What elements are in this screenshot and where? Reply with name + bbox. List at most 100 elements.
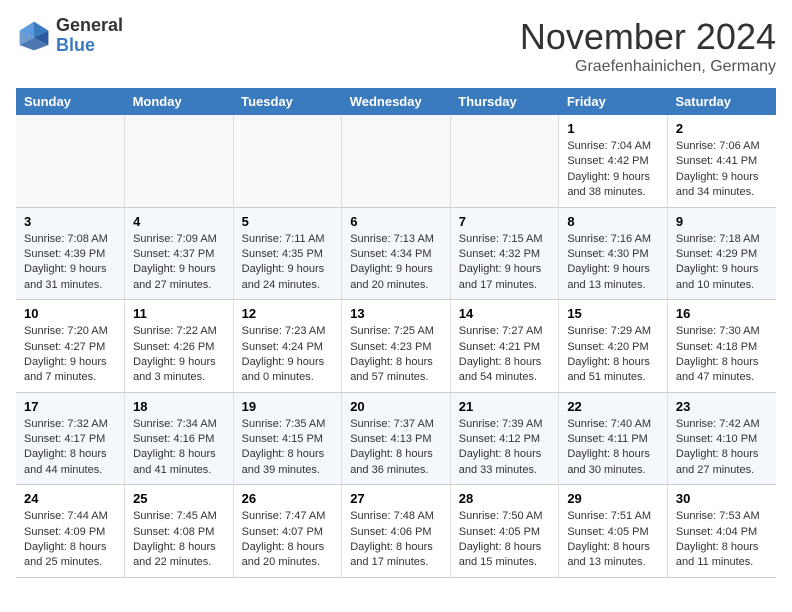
day-number-15: 15: [567, 306, 659, 321]
day-info-28: Sunrise: 7:50 AMSunset: 4:05 PMDaylight:…: [459, 509, 551, 571]
logo: General Blue: [16, 16, 123, 56]
header-sunday: Sunday: [16, 88, 125, 115]
header-row: Sunday Monday Tuesday Wednesday Thursday…: [16, 88, 776, 115]
cell-2-1: 11Sunrise: 7:22 AMSunset: 4:26 PMDayligh…: [125, 300, 234, 393]
month-title: November 2024: [520, 16, 776, 58]
day-number-17: 17: [24, 399, 116, 414]
day-number-23: 23: [676, 399, 768, 414]
day-number-21: 21: [459, 399, 551, 414]
week-row-1: 3Sunrise: 7:08 AMSunset: 4:39 PMDaylight…: [16, 207, 776, 300]
cell-3-4: 21 Sunrise: 7:39 AMSunset: 4:12 PMDayligh…: [450, 392, 559, 485]
day-number-13: 13: [350, 306, 442, 321]
day-number-5: 5: [242, 214, 334, 229]
day-info-21: Sunrise: 7:39 AMSunset: 4:12 PMDaylight:…: [459, 417, 551, 479]
day-info-6: Sunrise: 7:13 AMSunset: 4:34 PMDaylight:…: [350, 232, 442, 294]
day-info-27: Sunrise: 7:48 AMSunset: 4:06 PMDaylight:…: [350, 509, 442, 571]
day-info-11: Sunrise: 7:22 AMSunset: 4:26 PMDaylight:…: [133, 324, 225, 386]
day-number-25: 25: [133, 491, 225, 506]
day-info-17: Sunrise: 7:32 AMSunset: 4:17 PMDaylight:…: [24, 417, 116, 479]
day-number-30: 30: [676, 491, 768, 506]
cell-2-6: 16 Sunrise: 7:30 AMSunset: 4:18 PMDayligh…: [667, 300, 776, 393]
calendar-body: 1Sunrise: 7:04 AMSunset: 4:42 PMDaylight…: [16, 115, 776, 577]
day-info-19: Sunrise: 7:35 AMSunset: 4:15 PMDaylight:…: [242, 417, 334, 479]
day-info-22: Sunrise: 7:40 AMSunset: 4:11 PMDaylight:…: [567, 417, 659, 479]
day-number-20: 20: [350, 399, 442, 414]
cell-3-0: 17 Sunrise: 7:32 AMSunset: 4:17 PMDayligh…: [16, 392, 125, 485]
day-number-9: 9: [676, 214, 768, 229]
cell-2-5: 15Sunrise: 7:29 AMSunset: 4:20 PMDayligh…: [559, 300, 668, 393]
day-number-28: 28: [459, 491, 551, 506]
header-wednesday: Wednesday: [342, 88, 451, 115]
week-row-0: 1Sunrise: 7:04 AMSunset: 4:42 PMDaylight…: [16, 115, 776, 207]
day-number-14: 14: [459, 306, 551, 321]
logo-icon: [16, 18, 52, 54]
day-number-8: 8: [567, 214, 659, 229]
cell-0-1: [125, 115, 234, 207]
header-tuesday: Tuesday: [233, 88, 342, 115]
day-number-18: 18: [133, 399, 225, 414]
cell-2-3: 13 Sunrise: 7:25 AMSunset: 4:23 PMDayligh…: [342, 300, 451, 393]
cell-0-2: [233, 115, 342, 207]
day-info-26: Sunrise: 7:47 AMSunset: 4:07 PMDaylight:…: [242, 509, 334, 571]
day-info-7: Sunrise: 7:15 AMSunset: 4:32 PMDaylight:…: [459, 232, 551, 294]
cell-2-0: 10 Sunrise: 7:20 AMSunset: 4:27 PMDayligh…: [16, 300, 125, 393]
day-info-4: Sunrise: 7:09 AMSunset: 4:37 PMDaylight:…: [133, 232, 225, 294]
day-number-10: 10: [24, 306, 116, 321]
day-number-26: 26: [242, 491, 334, 506]
day-info-18: Sunrise: 7:34 AMSunset: 4:16 PMDaylight:…: [133, 417, 225, 479]
cell-4-2: 26 Sunrise: 7:47 AMSunset: 4:07 PMDayligh…: [233, 485, 342, 578]
day-number-1: 1: [567, 121, 659, 136]
day-number-22: 22: [567, 399, 659, 414]
header-monday: Monday: [125, 88, 234, 115]
cell-4-4: 28 Sunrise: 7:50 AMSunset: 4:05 PMDayligh…: [450, 485, 559, 578]
cell-3-6: 23 Sunrise: 7:42 AMSunset: 4:10 PMDayligh…: [667, 392, 776, 485]
day-number-4: 4: [133, 214, 225, 229]
header-saturday: Saturday: [667, 88, 776, 115]
header-thursday: Thursday: [450, 88, 559, 115]
logo-blue: Blue: [56, 36, 123, 56]
day-info-13: Sunrise: 7:25 AMSunset: 4:23 PMDaylight:…: [350, 324, 442, 386]
day-number-2: 2: [676, 121, 768, 136]
day-info-25: Sunrise: 7:45 AMSunset: 4:08 PMDaylight:…: [133, 509, 225, 571]
week-row-4: 24Sunrise: 7:44 AMSunset: 4:09 PMDayligh…: [16, 485, 776, 578]
day-info-5: Sunrise: 7:11 AMSunset: 4:35 PMDaylight:…: [242, 232, 334, 294]
cell-1-6: 9 Sunrise: 7:18 AMSunset: 4:29 PMDaylight…: [667, 207, 776, 300]
cell-3-3: 20 Sunrise: 7:37 AMSunset: 4:13 PMDayligh…: [342, 392, 451, 485]
cell-4-3: 27 Sunrise: 7:48 AMSunset: 4:06 PMDayligh…: [342, 485, 451, 578]
day-number-19: 19: [242, 399, 334, 414]
day-info-9: Sunrise: 7:18 AMSunset: 4:29 PMDaylight:…: [676, 232, 768, 294]
location-title: Graefenhainichen, Germany: [520, 58, 776, 76]
week-row-3: 17 Sunrise: 7:32 AMSunset: 4:17 PMDayligh…: [16, 392, 776, 485]
cell-0-0: [16, 115, 125, 207]
day-info-2: Sunrise: 7:06 AMSunset: 4:41 PMDaylight:…: [676, 139, 768, 201]
day-info-16: Sunrise: 7:30 AMSunset: 4:18 PMDaylight:…: [676, 324, 768, 386]
calendar-table: Sunday Monday Tuesday Wednesday Thursday…: [16, 88, 776, 578]
cell-1-1: 4 Sunrise: 7:09 AMSunset: 4:37 PMDaylight…: [125, 207, 234, 300]
calendar-header: Sunday Monday Tuesday Wednesday Thursday…: [16, 88, 776, 115]
day-info-12: Sunrise: 7:23 AMSunset: 4:24 PMDaylight:…: [242, 324, 334, 386]
day-info-23: Sunrise: 7:42 AMSunset: 4:10 PMDaylight:…: [676, 417, 768, 479]
day-number-7: 7: [459, 214, 551, 229]
cell-0-6: 2 Sunrise: 7:06 AMSunset: 4:41 PMDaylight…: [667, 115, 776, 207]
cell-4-0: 24Sunrise: 7:44 AMSunset: 4:09 PMDayligh…: [16, 485, 125, 578]
day-number-27: 27: [350, 491, 442, 506]
day-info-29: Sunrise: 7:51 AMSunset: 4:05 PMDaylight:…: [567, 509, 659, 571]
cell-0-5: 1Sunrise: 7:04 AMSunset: 4:42 PMDaylight…: [559, 115, 668, 207]
day-info-10: Sunrise: 7:20 AMSunset: 4:27 PMDaylight:…: [24, 324, 116, 386]
day-info-30: Sunrise: 7:53 AMSunset: 4:04 PMDaylight:…: [676, 509, 768, 571]
cell-3-2: 19 Sunrise: 7:35 AMSunset: 4:15 PMDayligh…: [233, 392, 342, 485]
day-info-24: Sunrise: 7:44 AMSunset: 4:09 PMDaylight:…: [24, 509, 116, 571]
cell-1-2: 5 Sunrise: 7:11 AMSunset: 4:35 PMDaylight…: [233, 207, 342, 300]
day-info-20: Sunrise: 7:37 AMSunset: 4:13 PMDaylight:…: [350, 417, 442, 479]
day-number-29: 29: [567, 491, 659, 506]
day-number-16: 16: [676, 306, 768, 321]
logo-text: General Blue: [56, 16, 123, 56]
day-number-12: 12: [242, 306, 334, 321]
cell-2-2: 12 Sunrise: 7:23 AMSunset: 4:24 PMDayligh…: [233, 300, 342, 393]
cell-2-4: 14Sunrise: 7:27 AMSunset: 4:21 PMDayligh…: [450, 300, 559, 393]
cell-4-5: 29 Sunrise: 7:51 AMSunset: 4:05 PMDayligh…: [559, 485, 668, 578]
header-friday: Friday: [559, 88, 668, 115]
day-info-8: Sunrise: 7:16 AMSunset: 4:30 PMDaylight:…: [567, 232, 659, 294]
cell-1-3: 6Sunrise: 7:13 AMSunset: 4:34 PMDaylight…: [342, 207, 451, 300]
day-info-3: Sunrise: 7:08 AMSunset: 4:39 PMDaylight:…: [24, 232, 116, 294]
